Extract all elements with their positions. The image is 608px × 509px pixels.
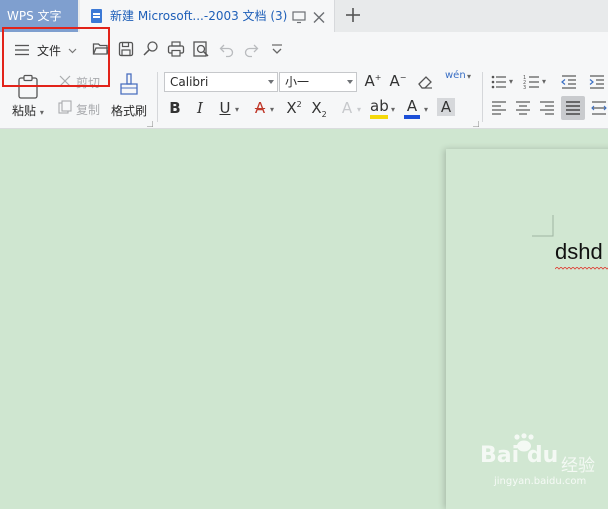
file-menu-highlight-box: [2, 27, 110, 87]
ribbon-divider: [482, 72, 483, 122]
font-name-select[interactable]: Calibri: [164, 72, 278, 92]
print-icon[interactable]: [167, 40, 185, 58]
numbered-list-icon[interactable]: 123: [523, 73, 541, 91]
document-body-text[interactable]: dshd: [555, 239, 603, 265]
copy-icon: [58, 100, 72, 114]
word-doc-icon: [91, 9, 102, 23]
format-painter-button[interactable]: 格式刷: [111, 102, 147, 119]
text-effects-icon[interactable]: A: [337, 99, 357, 117]
superscript-icon[interactable]: X2: [284, 99, 304, 117]
justify-icon[interactable]: [561, 96, 585, 120]
align-right-icon[interactable]: [538, 99, 556, 117]
paste-button[interactable]: 粘贴 ▾: [12, 102, 44, 119]
increase-indent-icon[interactable]: [588, 73, 606, 91]
clipboard-group-expand-icon[interactable]: [147, 121, 153, 127]
app-tab-label: WPS 文字: [7, 9, 62, 23]
copy-button[interactable]: 复制: [76, 101, 100, 118]
font-size-value: 小一: [285, 75, 310, 89]
highlight-color-icon[interactable]: ab: [370, 97, 389, 119]
bold-icon[interactable]: B: [165, 99, 185, 117]
underline-icon[interactable]: U: [215, 99, 235, 117]
format-painter-brush-icon[interactable]: [118, 72, 140, 98]
italic-icon[interactable]: I: [190, 99, 210, 117]
watermark-url: jingyan.baidu.com: [494, 476, 587, 487]
highlight-dropdown-arrow-icon[interactable]: ▾: [391, 105, 395, 114]
pinyin-dropdown-arrow-icon[interactable]: ▾: [467, 72, 471, 81]
font-color-dropdown-arrow-icon[interactable]: ▾: [424, 105, 428, 114]
customize-toolbar-chevron-icon[interactable]: [268, 40, 286, 58]
paste-label: 粘贴: [12, 104, 37, 118]
output-pdf-icon[interactable]: [142, 40, 160, 58]
spellcheck-squiggle: [555, 267, 608, 270]
document-tab-title: 新建 Microsoft...-2003 文档 (3): [110, 9, 288, 23]
strikethrough-dropdown-arrow-icon[interactable]: ▾: [270, 105, 274, 114]
grow-font-icon[interactable]: A+: [363, 72, 383, 90]
margin-corner-mark: [532, 215, 554, 237]
document-tab[interactable]: 新建 Microsoft...-2003 文档 (3): [80, 0, 335, 32]
undo-icon[interactable]: [218, 40, 236, 58]
pinyin-guide-icon[interactable]: wén: [445, 70, 466, 81]
numbered-list-dropdown-arrow-icon[interactable]: ▾: [542, 77, 546, 86]
font-name-dropdown-icon: [268, 80, 274, 84]
ribbon-divider: [157, 72, 158, 122]
new-tab-plus-icon[interactable]: [343, 5, 363, 25]
redo-icon[interactable]: [242, 40, 260, 58]
strikethrough-icon[interactable]: A: [250, 99, 270, 117]
distributed-align-icon[interactable]: [590, 99, 608, 117]
underline-dropdown-arrow-icon[interactable]: ▾: [235, 105, 239, 114]
paste-dropdown-arrow-icon: ▾: [39, 108, 44, 117]
subscript-icon[interactable]: X2: [309, 99, 329, 119]
font-size-dropdown-icon: [347, 80, 353, 84]
character-shading-icon[interactable]: A: [437, 98, 455, 116]
save-icon[interactable]: [117, 40, 135, 58]
font-group-expand-icon[interactable]: [473, 121, 479, 127]
svg-text:3: 3: [523, 85, 526, 91]
align-center-icon[interactable]: [514, 99, 532, 117]
font-name-value: Calibri: [170, 75, 209, 89]
watermark-logo-text: Bai du: [480, 443, 559, 468]
align-left-icon[interactable]: [490, 99, 508, 117]
text-effects-dropdown-arrow-icon[interactable]: ▾: [357, 105, 361, 114]
close-tab-icon[interactable]: [312, 9, 326, 23]
bullet-list-icon[interactable]: [490, 73, 508, 91]
watermark-brand: 经验: [561, 456, 595, 476]
decrease-indent-icon[interactable]: [560, 73, 578, 91]
baidu-watermark: Bai du 经验 jingyan.baidu.com: [478, 433, 608, 499]
font-size-select[interactable]: 小一: [279, 72, 357, 92]
shrink-font-icon[interactable]: A−: [388, 72, 408, 90]
print-preview-icon[interactable]: [192, 40, 210, 58]
bullet-list-dropdown-arrow-icon[interactable]: ▾: [509, 77, 513, 86]
font-color-icon[interactable]: A: [404, 97, 420, 119]
clear-formatting-eraser-icon[interactable]: [416, 73, 434, 91]
window-preview-icon[interactable]: [292, 9, 306, 24]
